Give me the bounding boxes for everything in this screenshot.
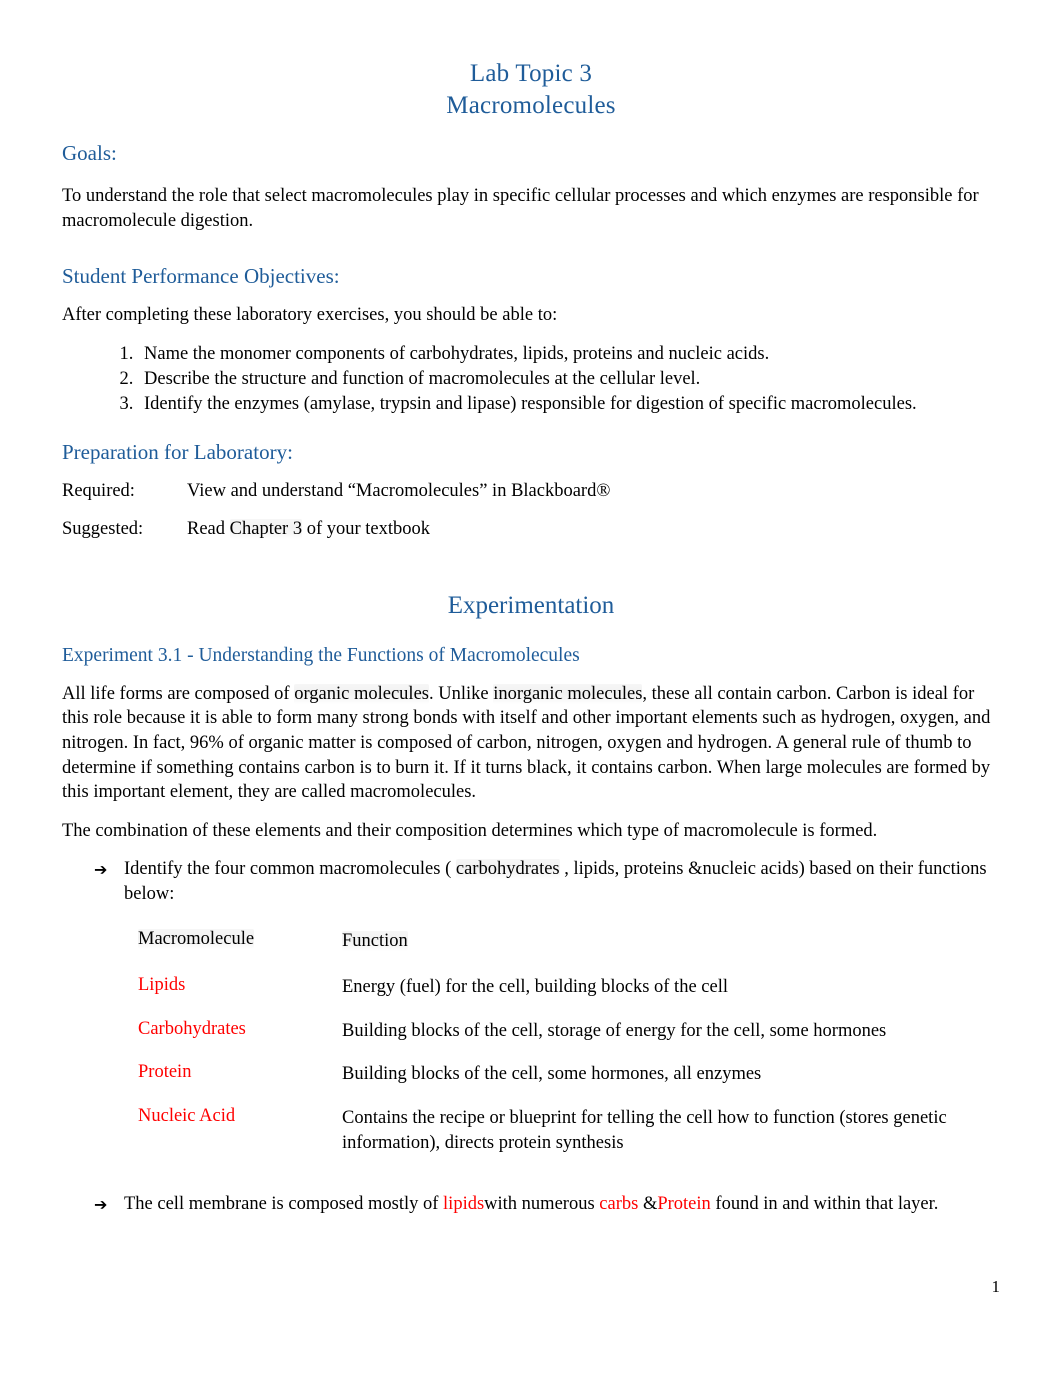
preparation-suggested-row: Suggested: Read Chapter 3 of your textbo… (62, 517, 1000, 541)
page-number: 1 (991, 1277, 1001, 1296)
table-cell-macromolecule: Lipids (138, 975, 342, 1019)
carbohydrates-highlight: carbohydrates (455, 859, 560, 880)
preparation-suggested-label: Suggested: (62, 518, 144, 539)
list-item: Describe the structure and function of m… (138, 367, 1000, 392)
table-cell-macromolecule: Carbohydrates (138, 1019, 342, 1063)
preparation-required-row: Required: View and understand “Macromole… (62, 479, 1000, 503)
list-item: Identify the enzymes (amylase, trypsin a… (138, 392, 1000, 417)
experimentation-heading: Experimentation (447, 591, 615, 619)
column-header-macromolecule-label: Macromolecule (138, 928, 255, 949)
arrow-right-icon: ➔ (94, 1195, 108, 1215)
table-row: Lipids Energy (fuel) for the cell, build… (138, 975, 984, 1019)
preparation-required-value: View and understand “Macromolecules” in … (187, 480, 611, 501)
experiment-paragraph-1: All life forms are composed of organic m… (62, 682, 1000, 805)
document-page: Lab Topic 3 Macromolecules Goals: To und… (0, 0, 1062, 1377)
bullet-2-part-4: found in and within that layer. (710, 1194, 939, 1215)
bullet-cell-membrane: ➔ The cell membrane is composed mostly o… (62, 1192, 1000, 1217)
experiment-paragraph-2: The combination of these elements and th… (62, 820, 878, 841)
lipids-answer: lipids (443, 1194, 485, 1215)
bullet-2-part-3: & (638, 1194, 658, 1215)
table-cell-function: Building blocks of the cell, storage of … (342, 1020, 887, 1041)
arrow-right-icon: ➔ (94, 860, 108, 880)
column-header-function: Function (342, 929, 984, 976)
table-header-row: Macromolecule Function (138, 928, 984, 976)
preparation-suggested-post: of your textbook (302, 518, 431, 539)
bullet-cell-membrane-text: The cell membrane is composed mostly of … (124, 1192, 1000, 1217)
goals-heading: Goals: (62, 141, 117, 165)
preparation-suggested-highlight: Chapter 3 (229, 518, 303, 539)
macromolecule-answer: Carbohydrates (138, 1018, 246, 1039)
table-cell-function: Building blocks of the cell, some hormon… (342, 1064, 762, 1085)
objectives-intro: After completing these laboratory exerci… (62, 305, 558, 326)
organic-molecules-highlight: organic molecules (294, 683, 429, 704)
column-header-function-label: Function (342, 930, 408, 951)
column-header-macromolecule: Macromolecule (138, 928, 342, 976)
bullet-2-part-1: The cell membrane is composed mostly of (124, 1194, 444, 1215)
table-row: Nucleic Acid Contains the recipe or blue… (138, 1106, 984, 1174)
table-row: Protein Building blocks of the cell, som… (138, 1062, 984, 1106)
paragraph-1-part-1: All life forms are composed of (62, 683, 295, 704)
preparation-required-label: Required: (62, 480, 135, 501)
preparation-heading: Preparation for Laboratory: (62, 439, 293, 464)
list-item: Name the monomer components of carbohydr… (138, 342, 1000, 367)
document-title-line-1: Lab Topic 3 (469, 60, 593, 87)
objectives-heading: Student Performance Objectives: (62, 264, 340, 289)
macromolecule-answer: Nucleic Acid (138, 1105, 236, 1126)
experiment-3-1-heading: Experiment 3.1 - Understanding the Funct… (62, 644, 580, 666)
paragraph-1-part-2: . Unlike (429, 683, 494, 704)
table-row: Carbohydrates Building blocks of the cel… (138, 1019, 984, 1063)
table-header: Macromolecule Function (138, 928, 984, 976)
table-cell-function: Contains the recipe or blueprint for tel… (342, 1107, 947, 1153)
objectives-list: Name the monomer components of carbohydr… (62, 342, 1000, 417)
document-title-line-2: Macromolecules (446, 92, 616, 119)
bullet-identify-macromolecules: ➔ Identify the four common macromolecule… (62, 857, 1000, 906)
bullet-identify-text: Identify the four common macromolecules … (124, 857, 1000, 906)
table-cell-macromolecule: Protein (138, 1062, 342, 1106)
preparation-suggested-value: Read Chapter 3 of your textbook (187, 517, 1000, 541)
carbs-answer: carbs (599, 1194, 639, 1215)
protein-answer: Protein (657, 1194, 711, 1215)
macromolecule-answer: Protein (138, 1062, 192, 1083)
bullet-1-part-2: , lipids, proteins & (559, 859, 703, 880)
document-title: Lab Topic 3 Macromolecules (62, 58, 1000, 122)
table-body: Lipids Energy (fuel) for the cell, build… (138, 975, 984, 1174)
table-cell-macromolecule: Nucleic Acid (138, 1106, 342, 1174)
table-cell-function: Energy (fuel) for the cell, building blo… (342, 977, 728, 998)
preparation-suggested-pre: Read (187, 518, 230, 539)
macromolecule-function-table: Macromolecule Function Lipids Energy (fu… (138, 928, 984, 1175)
document-content: Lab Topic 3 Macromolecules Goals: To und… (62, 58, 1000, 1217)
bullet-1-part-1: Identify the four common macromolecules … (124, 859, 456, 880)
macromolecule-answer: Lipids (138, 975, 186, 996)
inorganic-molecules-highlight: inorganic molecules (493, 683, 643, 704)
bullet-2-part-2: with numerous (484, 1194, 600, 1215)
goals-body: To understand the role that select macro… (62, 186, 979, 231)
